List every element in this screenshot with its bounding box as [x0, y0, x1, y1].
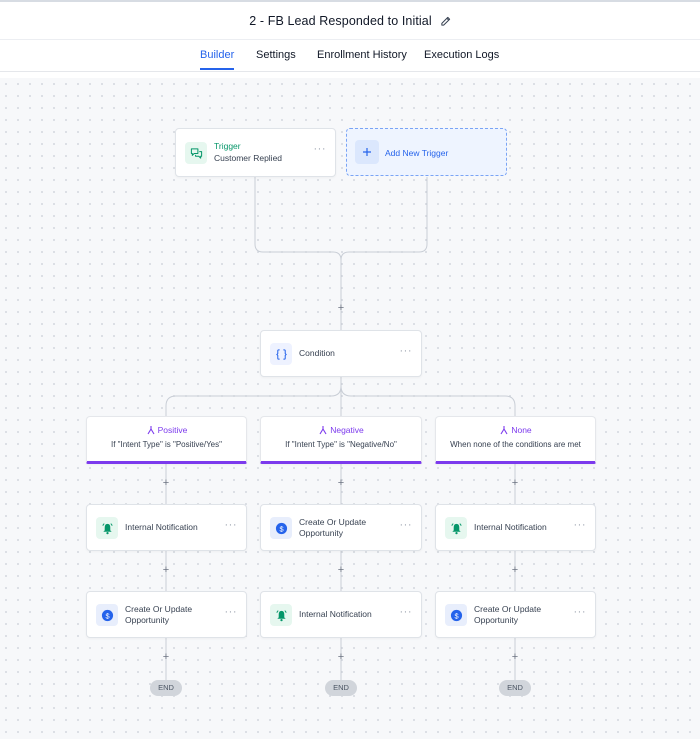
action-label-line1: Create Or Update [299, 517, 367, 527]
action-label-line2: Opportunity [125, 615, 169, 625]
tab-execution-logs[interactable]: Execution Logs [424, 49, 499, 61]
add-step-button[interactable]: + [509, 564, 521, 576]
action-internal-notification[interactable]: Internal Notification ··· [260, 591, 422, 638]
pencil-edit-icon[interactable] [440, 16, 451, 30]
action-create-update-opportunity[interactable]: $ Create Or Update Opportunity ··· [260, 504, 422, 551]
branch-negative[interactable]: Negative If "Intent Type" is "Negative/N… [260, 416, 422, 464]
tab-bar: Builder Settings Enrollment History Exec… [0, 40, 700, 72]
trigger-title: Trigger [214, 141, 241, 151]
add-new-trigger-label: Add New Trigger [385, 148, 449, 158]
trigger-node[interactable]: Trigger Customer Replied ··· [175, 128, 336, 177]
action-label: Internal Notification [299, 609, 372, 619]
more-options-icon[interactable]: ··· [314, 143, 327, 155]
branch-description: If "Intent Type" is "Negative/No" [285, 440, 397, 449]
add-step-button[interactable]: + [160, 651, 172, 663]
workflow-canvas[interactable] [0, 78, 700, 739]
action-label: Create Or Update Opportunity [125, 604, 192, 626]
bell-icon [96, 517, 118, 539]
branch-positive-title: Positive [87, 425, 246, 435]
action-label: Create Or Update Opportunity [299, 517, 366, 539]
action-internal-notification[interactable]: Internal Notification ··· [435, 504, 596, 551]
branch-name: Negative [330, 425, 364, 435]
add-step-button[interactable]: + [335, 302, 347, 314]
chat-bubbles-icon [185, 142, 207, 164]
braces-icon [270, 343, 292, 365]
more-options-icon[interactable]: ··· [225, 606, 238, 618]
workflow-title-text: 2 - FB Lead Responded to Initial [249, 14, 432, 28]
workflow-title: 2 - FB Lead Responded to Initial [0, 14, 700, 30]
condition-node[interactable]: Condition ··· [260, 330, 422, 377]
branch-icon [319, 426, 327, 435]
branch-name: Positive [157, 425, 188, 435]
more-options-icon[interactable]: ··· [574, 519, 587, 531]
branch-none-title: None [436, 425, 595, 435]
action-label: Internal Notification [474, 522, 547, 532]
dollar-icon: $ [96, 604, 118, 626]
more-options-icon[interactable]: ··· [574, 606, 587, 618]
more-options-icon[interactable]: ··· [225, 519, 238, 531]
tab-builder[interactable]: Builder [200, 49, 235, 70]
add-step-button[interactable]: + [335, 477, 347, 489]
branch-positive[interactable]: Positive If "Intent Type" is "Positive/Y… [86, 416, 247, 464]
branch-icon [147, 426, 155, 435]
svg-text:$: $ [105, 611, 109, 620]
branch-name: None [511, 425, 532, 435]
plus-icon [355, 140, 379, 164]
dollar-icon: $ [445, 604, 467, 626]
add-step-button[interactable]: + [335, 651, 347, 663]
branch-none[interactable]: None When none of the conditions are met [435, 416, 596, 464]
trigger-subtitle: Customer Replied [214, 153, 283, 163]
add-new-trigger-button[interactable]: Add New Trigger [346, 128, 507, 176]
action-label-line1: Create Or Update [125, 604, 193, 614]
svg-text:$: $ [279, 524, 283, 533]
action-label-line1: Create Or Update [474, 604, 542, 614]
add-step-button[interactable]: + [335, 564, 347, 576]
more-options-icon[interactable]: ··· [400, 345, 413, 357]
action-label: Create Or Update Opportunity [474, 604, 541, 626]
end-marker: END [150, 680, 182, 696]
action-label-line2: Opportunity [474, 615, 518, 625]
more-options-icon[interactable]: ··· [400, 606, 413, 618]
bell-icon [445, 517, 467, 539]
add-step-button[interactable]: + [509, 651, 521, 663]
dollar-icon: $ [270, 517, 292, 539]
add-step-button[interactable]: + [160, 477, 172, 489]
tab-settings[interactable]: Settings [256, 49, 296, 61]
action-internal-notification[interactable]: Internal Notification ··· [86, 504, 247, 551]
svg-text:$: $ [454, 611, 458, 620]
action-create-update-opportunity[interactable]: $ Create Or Update Opportunity ··· [86, 591, 247, 638]
branch-description: When none of the conditions are met [450, 440, 581, 449]
end-marker: END [499, 680, 531, 696]
more-options-icon[interactable]: ··· [400, 519, 413, 531]
bell-icon [270, 604, 292, 626]
branch-icon [500, 426, 508, 435]
branch-negative-title: Negative [261, 425, 421, 435]
action-create-update-opportunity[interactable]: $ Create Or Update Opportunity ··· [435, 591, 596, 638]
condition-label: Condition [299, 348, 335, 358]
top-bar: 2 - FB Lead Responded to Initial [0, 0, 700, 40]
end-marker: END [325, 680, 357, 696]
action-label-line2: Opportunity [299, 528, 343, 538]
tab-enrollment-history[interactable]: Enrollment History [317, 49, 407, 61]
branch-description: If "Intent Type" is "Positive/Yes" [111, 440, 222, 449]
action-label: Internal Notification [125, 522, 198, 532]
add-step-button[interactable]: + [509, 477, 521, 489]
add-step-button[interactable]: + [160, 564, 172, 576]
